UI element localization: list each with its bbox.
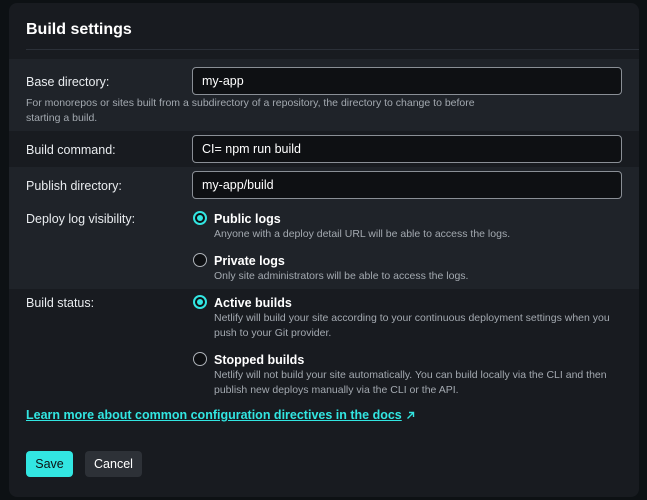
- public-logs-label[interactable]: Public logs: [214, 212, 281, 226]
- stopped-builds-radio[interactable]: [193, 352, 207, 366]
- build-command-input[interactable]: CI= npm run build: [192, 135, 622, 163]
- deploy-log-label: Deploy log visibility:: [26, 212, 136, 226]
- base-directory-help: For monorepos or sites built from a subd…: [26, 97, 475, 124]
- docs-link-text[interactable]: Learn more about common configuration di…: [26, 408, 402, 422]
- title-divider: [26, 49, 639, 50]
- docs-link[interactable]: Learn more about common configuration di…: [26, 408, 415, 422]
- publish-directory-input[interactable]: my-app/build: [192, 171, 622, 199]
- private-logs-desc: Only site administrators will be able to…: [214, 270, 469, 282]
- base-directory-label: Base directory:: [26, 75, 110, 89]
- cancel-button[interactable]: Cancel: [85, 451, 142, 477]
- base-directory-input[interactable]: my-app: [192, 67, 622, 95]
- build-status-label: Build status:: [26, 296, 95, 310]
- private-logs-radio[interactable]: [193, 253, 207, 267]
- build-settings-card: Build settings Base directory: my-app Fo…: [9, 3, 639, 497]
- public-logs-radio[interactable]: [193, 211, 207, 225]
- save-button[interactable]: Save: [26, 451, 73, 477]
- external-link-icon: [406, 411, 414, 419]
- active-builds-desc: Netlify will build your site according t…: [214, 312, 610, 339]
- active-builds-label[interactable]: Active builds: [214, 296, 292, 310]
- private-logs-label[interactable]: Private logs: [214, 254, 285, 268]
- section-title: Build settings: [26, 21, 132, 38]
- build-command-label: Build command:: [26, 143, 116, 157]
- publish-directory-label: Publish directory:: [26, 179, 122, 193]
- public-logs-desc: Anyone with a deploy detail URL will be …: [214, 228, 511, 240]
- stopped-builds-label[interactable]: Stopped builds: [214, 353, 304, 367]
- stopped-builds-desc: Netlify will not build your site automat…: [214, 369, 607, 396]
- active-builds-radio[interactable]: [193, 295, 207, 309]
